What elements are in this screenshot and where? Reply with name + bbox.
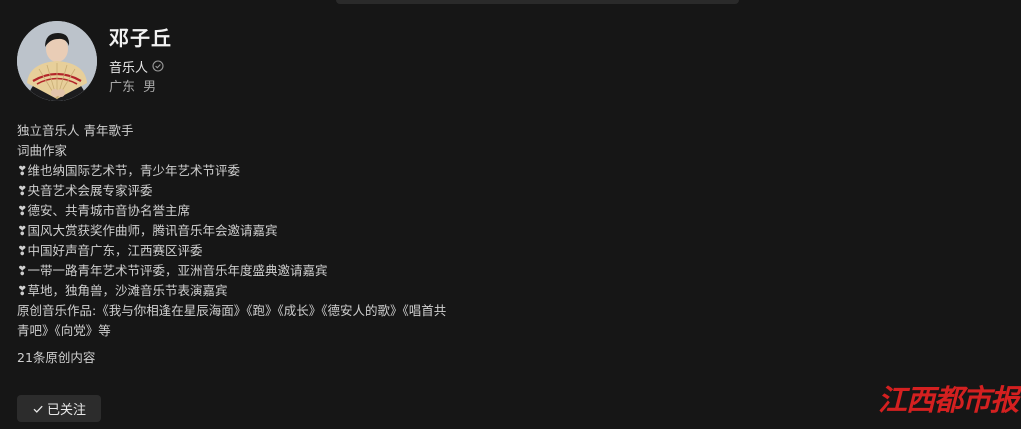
role-label: 音乐人 <box>109 60 149 76</box>
original-content-count[interactable]: 21条原创内容 <box>17 349 95 367</box>
bio-line: 词曲作家 <box>17 143 68 158</box>
gender: 男 <box>143 80 157 95</box>
bio-line: ❣草地，独角兽，沙滩音乐节表演嘉宾 <box>17 283 228 298</box>
newspaper-watermark: 江西都市报 <box>878 383 1019 417</box>
bio-line: 独立音乐人 青年歌手 <box>17 123 134 138</box>
bio-line: ❣国风大赏获奖作曲师，腾讯音乐年会邀请嘉宾 <box>17 223 278 238</box>
role-row: 音乐人 <box>109 57 164 76</box>
avatar-image <box>17 21 97 101</box>
verified-icon <box>152 60 164 72</box>
bio-line-works: 原创音乐作品:《我与你相逢在星辰海面》《跑》《成长》《德安人的歌》《唱首共青吧》… <box>17 303 447 338</box>
location-gender: 广东 男 <box>109 79 156 97</box>
bio-line: ❣中国好声音广东，江西赛区评委 <box>17 243 203 258</box>
artist-name: 邓子丘 <box>109 26 172 50</box>
avatar[interactable] <box>17 21 97 101</box>
top-scroll-strip <box>336 0 739 4</box>
follow-button[interactable]: 已关注 <box>17 395 101 422</box>
check-icon <box>32 403 44 415</box>
bio-line: ❣一带一路青年艺术节评委，亚洲音乐年度盛典邀请嘉宾 <box>17 263 328 278</box>
bio-line: ❣央音艺术会展专家评委 <box>17 183 153 198</box>
bio: 独立音乐人 青年歌手 词曲作家 ❣维也纳国际艺术节，青少年艺术节评委 ❣央音艺术… <box>17 121 457 341</box>
bio-line: ❣维也纳国际艺术节，青少年艺术节评委 <box>17 163 240 178</box>
region: 广东 <box>109 80 136 95</box>
bio-line: ❣德安、共青城市音协名誉主席 <box>17 203 190 218</box>
follow-button-label: 已关注 <box>46 403 86 418</box>
profile-page: 邓子丘 音乐人 广东 男 独立音乐人 青年歌手 词曲作家 ❣维也纳国际艺术节，青… <box>0 0 1021 429</box>
